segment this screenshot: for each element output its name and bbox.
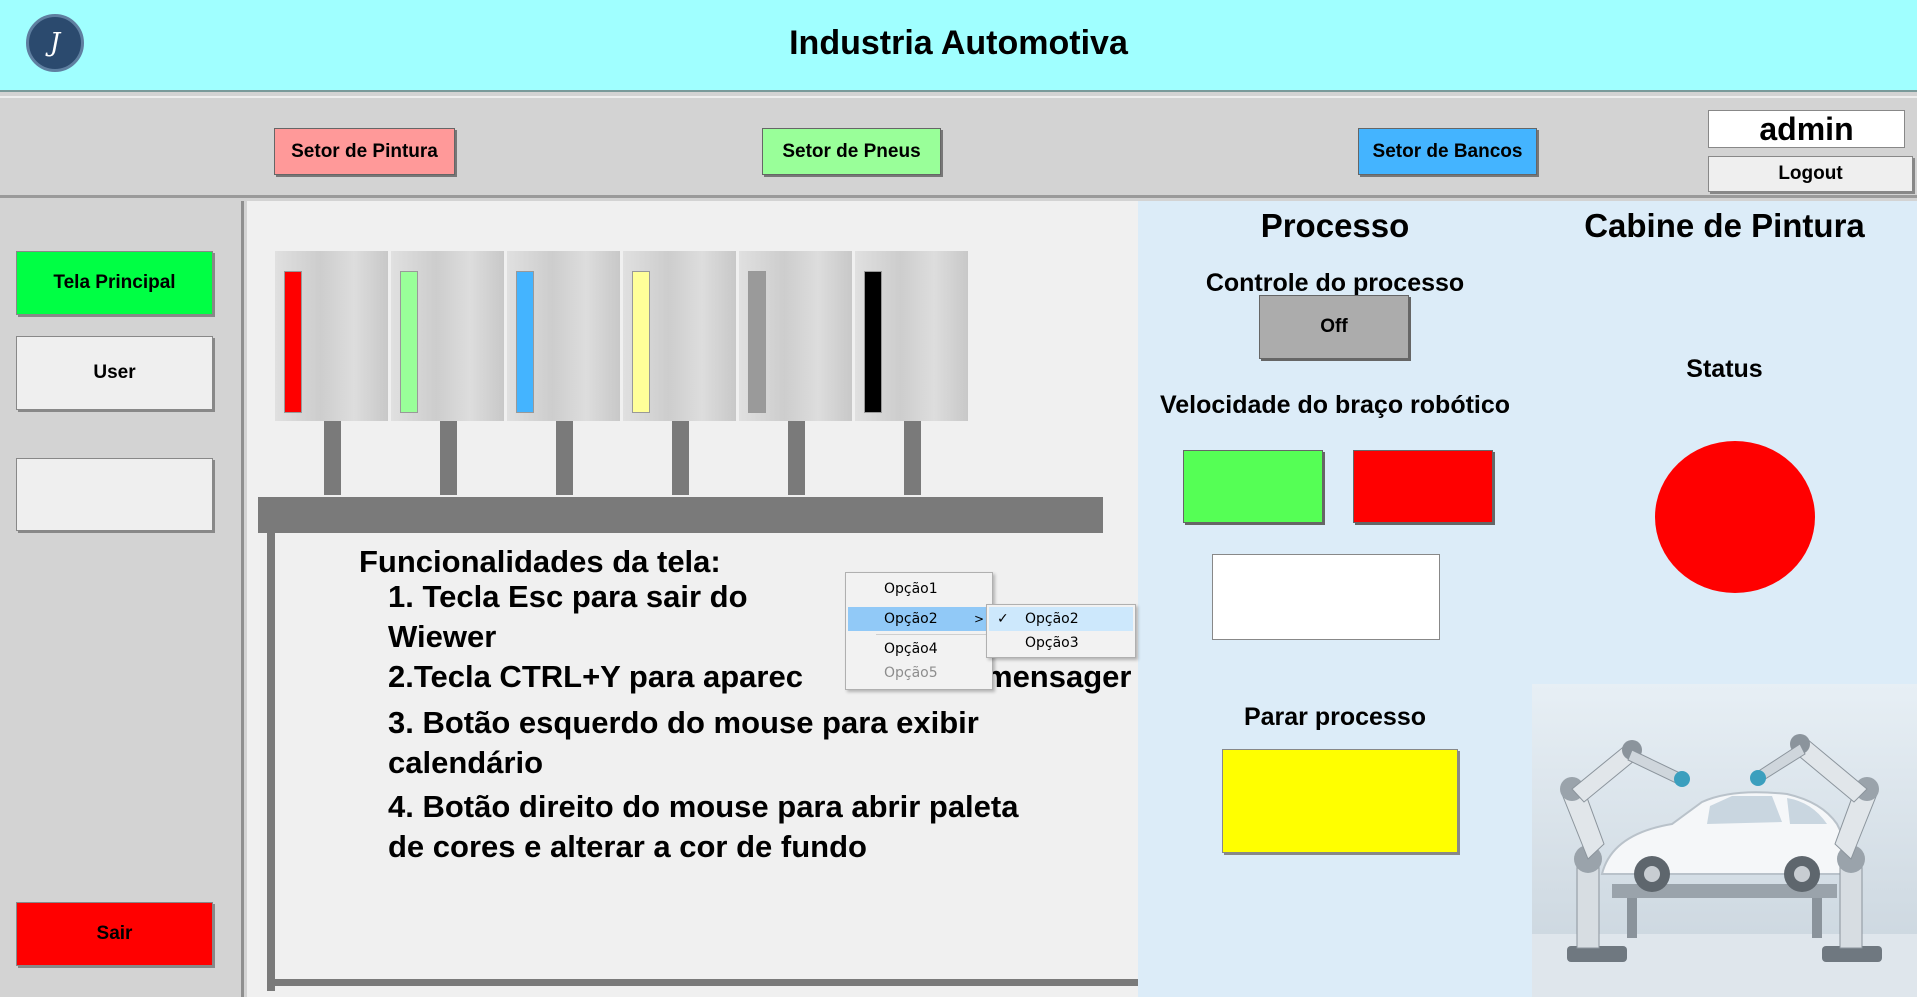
context-menu: Opção1 Opção2 > Opção4 Opção5 xyxy=(845,572,993,690)
speed-value-field[interactable] xyxy=(1212,554,1440,640)
submenu-option-label: Opção2 xyxy=(1025,611,1079,627)
exit-button[interactable]: Sair xyxy=(16,902,213,966)
paint-cabin-panel: Cabine de Pintura Status xyxy=(1532,201,1917,997)
menu-separator xyxy=(876,634,988,635)
submenu-option-3[interactable]: Opção3 xyxy=(989,631,1133,655)
paint-tank xyxy=(623,251,736,421)
process-control-label: Controle do processo xyxy=(1205,269,1465,297)
function-item: mensager xyxy=(985,659,1132,694)
paint-manifold xyxy=(258,497,1103,533)
paint-level-bar xyxy=(864,271,882,413)
tank-pipe xyxy=(788,421,805,495)
speed-decrease-button[interactable] xyxy=(1353,450,1493,523)
chevron-right-icon: > xyxy=(973,612,984,626)
paint-tank xyxy=(855,251,968,421)
submenu-option-label: Opção3 xyxy=(1025,635,1079,651)
status-indicator xyxy=(1655,441,1815,593)
logout-button[interactable]: Logout xyxy=(1708,156,1913,192)
paint-level-bar xyxy=(632,271,650,413)
process-toggle-button[interactable]: Off xyxy=(1259,295,1409,359)
blank-button[interactable] xyxy=(16,458,213,531)
functions-title: Funcionalidades da tela: xyxy=(359,544,721,579)
header-bar: J Industria Automotiva xyxy=(0,0,1917,92)
sector-tires-button[interactable]: Setor de Pneus xyxy=(762,128,941,175)
paint-process-area: Funcionalidades da tela: 1. Tecla Esc pa… xyxy=(247,201,1138,997)
sector-painting-button[interactable]: Setor de Pintura xyxy=(274,128,455,175)
function-item: de cores e alterar a cor de fundo xyxy=(388,829,867,864)
tank-pipe xyxy=(324,421,341,495)
app-title: Industria Automotiva xyxy=(789,24,1128,62)
toolbar: Setor de Pintura Setor de Pneus Setor de… xyxy=(0,96,1917,198)
sector-seats-button[interactable]: Setor de Bancos xyxy=(1358,128,1537,175)
context-option-label: Opção2 xyxy=(884,611,938,627)
stop-process-label: Parar processo xyxy=(1243,703,1427,731)
submenu-option-2[interactable]: ✓ Opção2 xyxy=(989,607,1133,631)
sidebar: Tela Principal User Sair xyxy=(0,201,244,997)
paint-tank xyxy=(391,251,504,421)
main-screen-button[interactable]: Tela Principal xyxy=(16,251,213,315)
function-item: calendário xyxy=(388,745,544,780)
context-option-label: Opção5 xyxy=(884,665,938,681)
check-icon: ✓ xyxy=(997,611,1009,627)
context-option-label: Opção1 xyxy=(884,581,938,597)
function-item: 3. Botão esquerdo do mouse para exibir xyxy=(388,705,979,740)
paint-level-bar xyxy=(284,271,302,413)
process-title: Processo xyxy=(1260,207,1410,244)
tank-pipe xyxy=(556,421,573,495)
tank-pipe xyxy=(904,421,921,495)
robot-assembly-image xyxy=(1532,684,1917,997)
context-option-4[interactable]: Opção4 xyxy=(848,637,990,661)
context-option-label: Opção4 xyxy=(884,641,938,657)
function-item: 4. Botão direito do mouse para abrir pal… xyxy=(388,789,1019,824)
paint-level-bar xyxy=(400,271,418,413)
current-user-label: admin xyxy=(1708,110,1905,148)
context-option-5: Opção5 xyxy=(848,661,990,685)
tank-pipe xyxy=(672,421,689,495)
status-label: Status xyxy=(1686,355,1763,383)
speed-increase-button[interactable] xyxy=(1183,450,1323,523)
robot-arms-illustration xyxy=(1532,734,1917,997)
function-item: 2.Tecla CTRL+Y para aparec xyxy=(388,659,803,694)
paint-level-bar xyxy=(748,271,766,413)
context-option-2[interactable]: Opção2 > xyxy=(848,607,990,631)
cabin-title: Cabine de Pintura xyxy=(1584,207,1865,244)
paint-level-bar xyxy=(516,271,534,413)
paint-tank xyxy=(275,251,388,421)
robot-speed-label: Velocidade do braço robótico xyxy=(1159,391,1511,419)
context-submenu: ✓ Opção2 Opção3 xyxy=(986,604,1136,658)
process-panel: Processo Controle do processo Off Veloci… xyxy=(1138,201,1532,997)
stop-process-button[interactable] xyxy=(1222,749,1458,853)
paint-tank xyxy=(507,251,620,421)
paint-tank xyxy=(739,251,852,421)
context-option-1[interactable]: Opção1 xyxy=(848,577,990,601)
return-pipe-vertical xyxy=(267,529,275,991)
user-button[interactable]: User xyxy=(16,336,213,410)
tank-pipe xyxy=(440,421,457,495)
